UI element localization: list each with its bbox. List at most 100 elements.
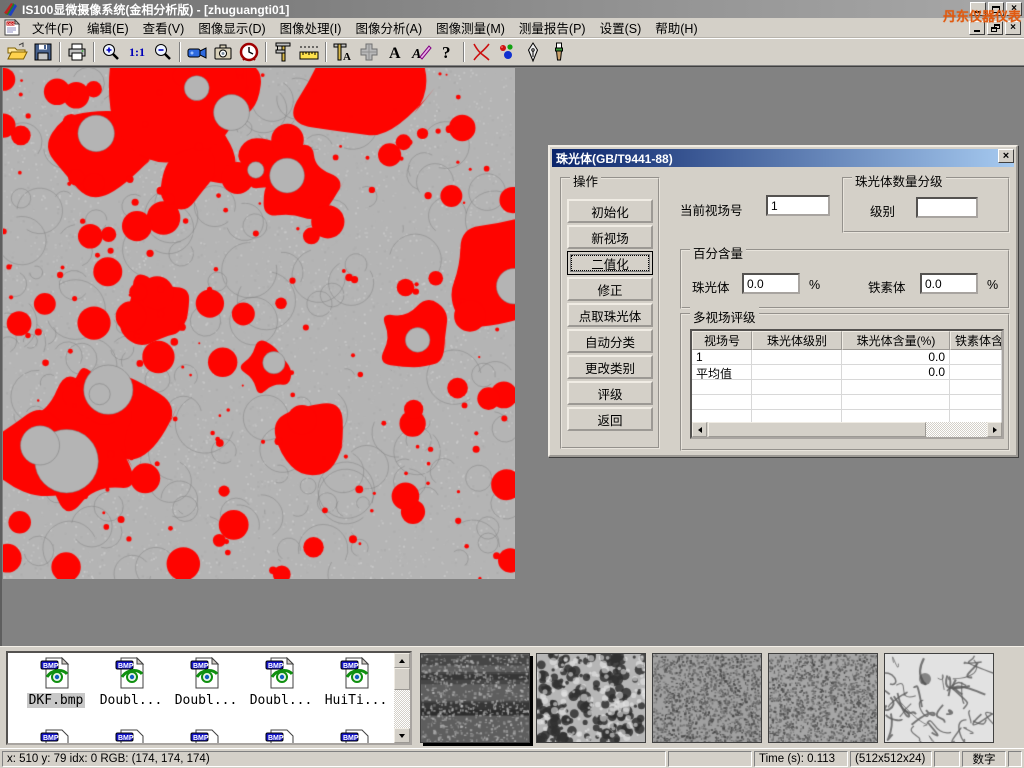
- table-row[interactable]: 平均值 0.0: [692, 365, 1002, 380]
- scrollbar-thumb[interactable]: [708, 422, 926, 437]
- print-icon[interactable]: [64, 40, 90, 64]
- save-icon[interactable]: [30, 40, 56, 64]
- help-icon[interactable]: ?: [434, 40, 460, 64]
- cell-ferrite: [950, 365, 1002, 379]
- scrollbar-track[interactable]: [926, 422, 987, 437]
- status-coordinates: x: 510 y: 79 idx: 0 RGB: (174, 174, 174): [2, 751, 666, 767]
- application-window: { "window": { "title": "IS100显微摄像系统(金相分析…: [0, 0, 1024, 768]
- workspace: 珠光体(GB/T9441-88) × 操作 初始化 新视场 二值化 修正 点取珠…: [0, 66, 1024, 646]
- grade-input[interactable]: [916, 197, 978, 218]
- bmp-file-icon: BMP: [189, 729, 223, 745]
- correct-button[interactable]: 修正: [567, 277, 653, 301]
- cell-pearlite: 0.0: [842, 365, 950, 379]
- file-item[interactable]: BMP Doubl...: [95, 657, 167, 708]
- menu-image-measure[interactable]: 图像测量(M): [429, 16, 512, 39]
- file-item[interactable]: BMP: [95, 729, 167, 745]
- document-icon[interactable]: DOC: [3, 19, 21, 36]
- window-title: IS100显微摄像系统(金相分析版) - [zhuguangti01]: [22, 1, 289, 18]
- sample-thumbnail[interactable]: [652, 653, 762, 743]
- svg-text:A: A: [389, 45, 401, 62]
- text-label-icon[interactable]: A: [382, 40, 408, 64]
- actual-size-icon[interactable]: 1:1: [124, 40, 150, 64]
- measure-text-icon[interactable]: A: [330, 40, 356, 64]
- binarize-button[interactable]: 二值化: [567, 251, 653, 275]
- status-image-size: (512x512x24): [850, 751, 932, 767]
- zoom-in-icon[interactable]: [98, 40, 124, 64]
- zoom-out-icon[interactable]: [150, 40, 176, 64]
- ferrite-percent-input[interactable]: [920, 273, 978, 294]
- menu-image-processing[interactable]: 图像处理(I): [273, 16, 349, 39]
- file-item[interactable]: BMP HuiTi...: [320, 657, 392, 708]
- table-row[interactable]: 1 0.0: [692, 350, 1002, 365]
- cell-field: 1: [692, 350, 752, 364]
- current-view-input[interactable]: [766, 195, 830, 216]
- menu-help[interactable]: 帮助(H): [648, 16, 704, 39]
- file-item[interactable]: BMP: [245, 729, 317, 745]
- photo-camera-icon[interactable]: [210, 40, 236, 64]
- file-item[interactable]: BMP Doubl...: [245, 657, 317, 708]
- sample-thumbnail[interactable]: [420, 653, 530, 743]
- initialize-button[interactable]: 初始化: [567, 199, 653, 223]
- file-list-scrollbar[interactable]: [394, 653, 410, 743]
- annotate-icon[interactable]: A: [408, 40, 434, 64]
- menu-measure-report[interactable]: 测量报告(P): [512, 16, 593, 39]
- scroll-right-button[interactable]: [987, 422, 1002, 437]
- menu-image-display[interactable]: 图像显示(D): [191, 16, 272, 39]
- pick-pen-icon[interactable]: [520, 40, 546, 64]
- toolbar-separator: [179, 42, 181, 62]
- menu-image-analysis[interactable]: 图像分析(A): [348, 16, 429, 39]
- video-camera-icon[interactable]: [184, 40, 210, 64]
- toolbar-separator: [93, 42, 95, 62]
- pearlite-percent-input[interactable]: [742, 273, 800, 294]
- col-ferrite-content: 铁素体含量(%): [950, 331, 1002, 350]
- menu-file[interactable]: 文件(F): [25, 16, 80, 39]
- micrograph-image[interactable]: [3, 68, 515, 579]
- table-horizontal-scrollbar[interactable]: [692, 422, 1002, 437]
- app-logo-icon: [3, 1, 19, 17]
- dialog-close-button[interactable]: ×: [998, 149, 1014, 163]
- file-item[interactable]: BMP Doubl...: [170, 657, 242, 708]
- return-button[interactable]: 返回: [567, 407, 653, 431]
- bmp-file-icon: BMP: [39, 729, 73, 745]
- svg-text:BMP: BMP: [193, 735, 209, 742]
- multiview-group-label: 多视场评级: [690, 307, 759, 326]
- scrollbar-thumb[interactable]: [394, 668, 410, 690]
- curve-edit-icon[interactable]: [468, 40, 494, 64]
- sample-thumbnail[interactable]: [768, 653, 878, 743]
- file-name: DKF.bmp: [27, 693, 86, 708]
- scroll-up-button[interactable]: [394, 653, 410, 668]
- particle-classify-icon[interactable]: [494, 40, 520, 64]
- scroll-down-button[interactable]: [394, 728, 410, 743]
- svg-text:BMP: BMP: [43, 735, 59, 742]
- grade-button[interactable]: 评级: [567, 381, 653, 405]
- menu-edit[interactable]: 编辑(E): [80, 16, 136, 39]
- scroll-left-button[interactable]: [692, 422, 707, 437]
- operation-group-label: 操作: [570, 171, 601, 190]
- cell-field: 平均值: [692, 365, 752, 379]
- ruler-icon[interactable]: [296, 40, 322, 64]
- sample-thumbnail[interactable]: [884, 653, 994, 743]
- ferrite-label: 铁素体: [868, 277, 906, 296]
- menu-view[interactable]: 查看(V): [136, 16, 192, 39]
- dialog-title-bar[interactable]: 珠光体(GB/T9441-88): [552, 149, 1014, 167]
- file-name: Doubl...: [248, 693, 315, 708]
- file-item[interactable]: BMP: [170, 729, 242, 745]
- file-item[interactable]: BMP DKF.bmp: [20, 657, 92, 708]
- change-class-button[interactable]: 更改类别: [567, 355, 653, 379]
- file-item[interactable]: BMP: [20, 729, 92, 745]
- pearlite-dialog: 珠光体(GB/T9441-88) × 操作 初始化 新视场 二值化 修正 点取珠…: [548, 145, 1018, 457]
- col-pearlite-content: 珠光体含量(%): [842, 331, 950, 350]
- clock-icon[interactable]: [236, 40, 262, 64]
- sample-thumbnail[interactable]: [536, 653, 646, 743]
- pick-pearlite-button[interactable]: 点取珠光体: [567, 303, 653, 327]
- file-item[interactable]: BMP: [320, 729, 392, 745]
- menu-settings[interactable]: 设置(S): [593, 16, 649, 39]
- new-field-button[interactable]: 新视场: [567, 225, 653, 249]
- auto-classify-button[interactable]: 自动分类: [567, 329, 653, 353]
- open-file-icon[interactable]: [4, 40, 30, 64]
- cell-pearlite: 0.0: [842, 350, 950, 364]
- svg-text:BMP: BMP: [193, 663, 209, 670]
- caliper-icon[interactable]: [270, 40, 296, 64]
- merge-grid-icon[interactable]: [356, 40, 382, 64]
- paint-brush-icon[interactable]: [546, 40, 572, 64]
